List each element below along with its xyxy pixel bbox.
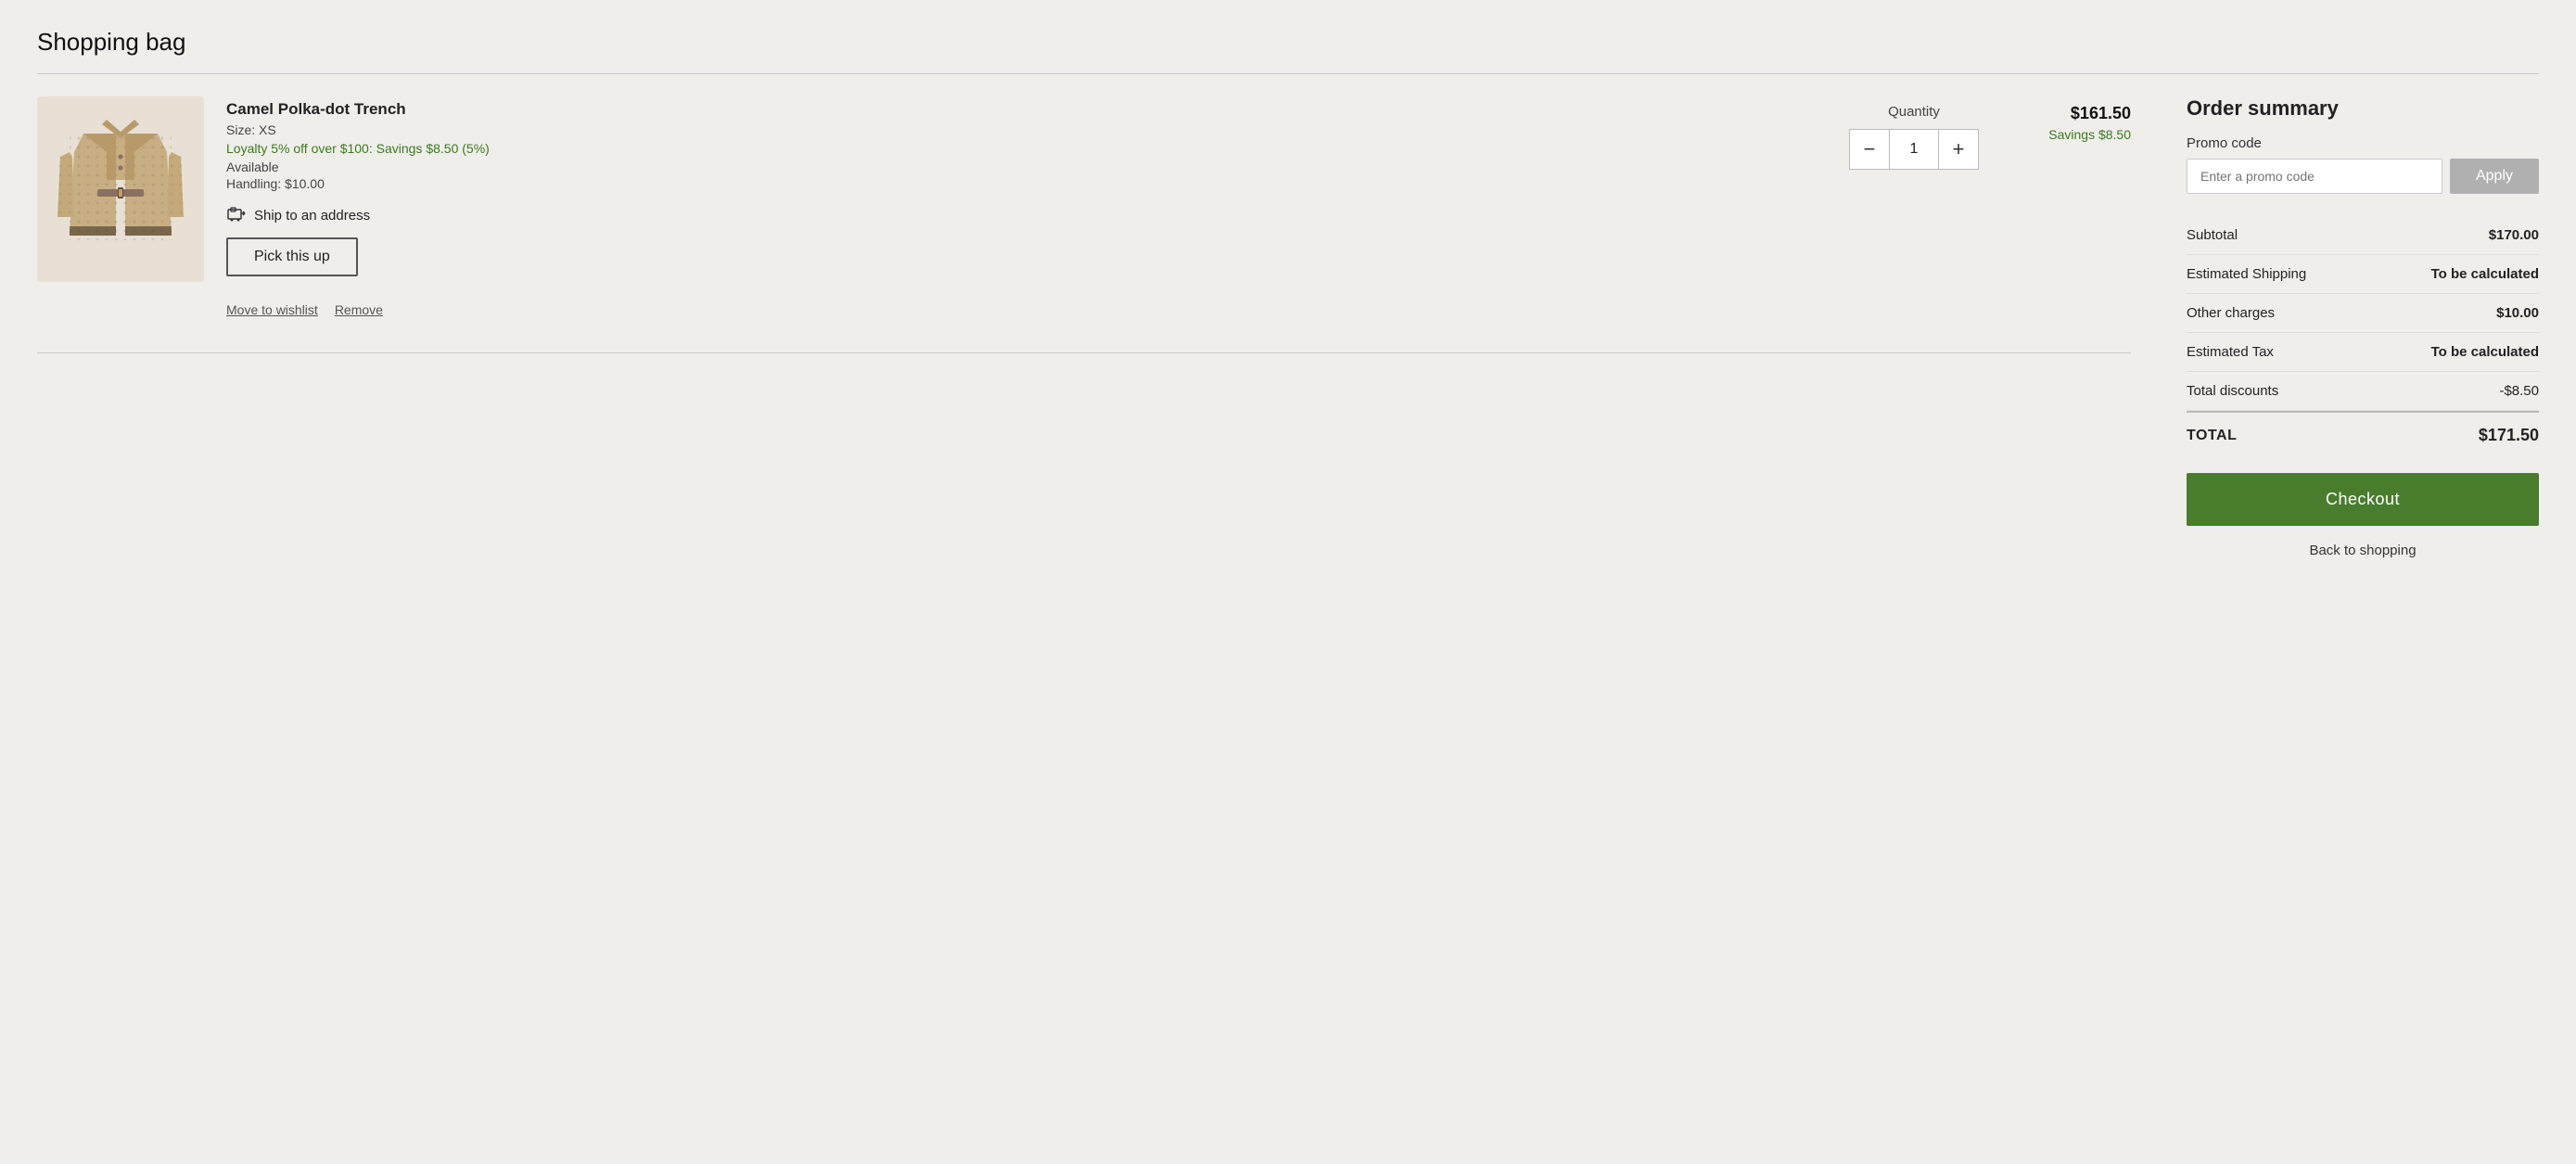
product-details: Camel Polka-dot Trench Size: XS Loyalty … bbox=[226, 96, 1827, 317]
summary-row-other: Other charges $10.00 bbox=[2187, 294, 2539, 333]
loyalty-text: Loyalty 5% off over $100: Savings $8.50 … bbox=[226, 141, 1827, 156]
quantity-value: 1 bbox=[1890, 129, 1938, 170]
remove-button[interactable]: Remove bbox=[335, 302, 383, 317]
quantity-label: Quantity bbox=[1888, 104, 1940, 120]
back-to-shopping-link[interactable]: Back to shopping bbox=[2187, 543, 2539, 558]
move-to-wishlist-button[interactable]: Move to wishlist bbox=[226, 302, 318, 317]
promo-label: Promo code bbox=[2187, 135, 2539, 151]
quantity-section: Quantity − 1 + bbox=[1849, 96, 1979, 170]
available-text: Available bbox=[226, 160, 1827, 174]
cart-item: Camel Polka-dot Trench Size: XS Loyalty … bbox=[37, 96, 2131, 343]
pickup-button[interactable]: Pick this up bbox=[226, 237, 358, 276]
subtotal-value: $170.00 bbox=[2489, 227, 2539, 243]
title-divider bbox=[37, 73, 2539, 74]
cart-section: Camel Polka-dot Trench Size: XS Loyalty … bbox=[37, 96, 2131, 353]
ship-row: Ship to an address bbox=[226, 206, 1827, 224]
product-image bbox=[37, 96, 204, 282]
ship-icon bbox=[226, 206, 247, 224]
total-label: TOTAL bbox=[2187, 428, 2237, 444]
page-title: Shopping bag bbox=[37, 28, 2539, 57]
product-size: Size: XS bbox=[226, 122, 1827, 137]
main-layout: Camel Polka-dot Trench Size: XS Loyalty … bbox=[37, 96, 2539, 558]
shipping-value: To be calculated bbox=[2431, 266, 2539, 282]
summary-row-total: TOTAL $171.50 bbox=[2187, 411, 2539, 456]
handling-text: Handling: $10.00 bbox=[226, 176, 1827, 191]
other-label: Other charges bbox=[2187, 305, 2275, 321]
discounts-label: Total discounts bbox=[2187, 383, 2278, 399]
summary-row-subtotal: Subtotal $170.00 bbox=[2187, 216, 2539, 255]
quantity-decrease-button[interactable]: − bbox=[1849, 129, 1890, 170]
promo-input[interactable] bbox=[2187, 159, 2442, 194]
action-links: Move to wishlist Remove bbox=[226, 302, 1827, 317]
tax-value: To be calculated bbox=[2431, 344, 2539, 360]
subtotal-label: Subtotal bbox=[2187, 227, 2238, 243]
coat-svg bbox=[56, 106, 185, 273]
total-value: $171.50 bbox=[2479, 426, 2539, 445]
discounts-value: -$8.50 bbox=[2499, 383, 2539, 399]
price-main: $161.50 bbox=[2001, 104, 2131, 123]
promo-row: Apply bbox=[2187, 159, 2539, 194]
order-summary: Order summary Promo code Apply Subtotal … bbox=[2187, 96, 2539, 558]
apply-button[interactable]: Apply bbox=[2450, 159, 2539, 194]
shipping-label: Estimated Shipping bbox=[2187, 266, 2306, 282]
price-section: $161.50 Savings $8.50 bbox=[2001, 96, 2131, 142]
price-savings: Savings $8.50 bbox=[2001, 127, 2131, 142]
summary-row-shipping: Estimated Shipping To be calculated bbox=[2187, 255, 2539, 294]
cart-divider bbox=[37, 352, 2131, 353]
summary-row-discounts: Total discounts -$8.50 bbox=[2187, 372, 2539, 411]
summary-row-tax: Estimated Tax To be calculated bbox=[2187, 333, 2539, 372]
checkout-button[interactable]: Checkout bbox=[2187, 473, 2539, 526]
summary-title: Order summary bbox=[2187, 96, 2539, 121]
quantity-controls: − 1 + bbox=[1849, 129, 1979, 170]
other-value: $10.00 bbox=[2496, 305, 2539, 321]
product-name: Camel Polka-dot Trench bbox=[226, 100, 1827, 119]
tax-label: Estimated Tax bbox=[2187, 344, 2274, 360]
quantity-increase-button[interactable]: + bbox=[1938, 129, 1979, 170]
ship-label: Ship to an address bbox=[254, 208, 370, 224]
